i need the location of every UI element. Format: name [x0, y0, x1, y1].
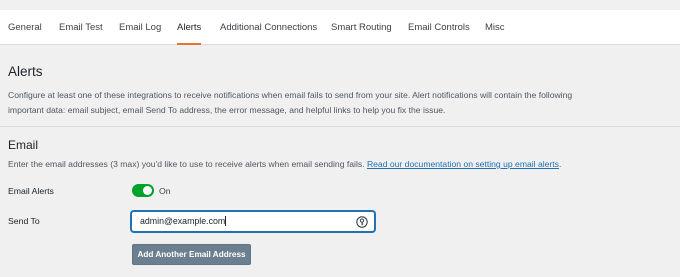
send-to-value-text: admin@example.com — [140, 216, 226, 226]
email-description: Enter the email addresses (3 max) you'd … — [8, 157, 561, 172]
toggle-knob — [143, 186, 152, 195]
tab-label: Misc — [485, 22, 505, 33]
tab-email-controls[interactable]: Email Controls — [408, 10, 470, 45]
send-to-label: Send To — [8, 216, 40, 226]
email-description-text: Enter the email addresses (3 max) you'd … — [8, 159, 367, 169]
email-section-title: Email — [8, 138, 39, 152]
active-tab-indicator — [177, 43, 202, 45]
email-description-suffix: . — [558, 159, 562, 169]
tab-smart-routing[interactable]: Smart Routing — [331, 10, 392, 45]
tab-label: Email Log — [119, 22, 162, 33]
tab-label: Additional Connections — [220, 22, 318, 33]
tab-misc[interactable]: Misc — [485, 10, 505, 45]
settings-page: General Email Test Email Log Alerts Addi… — [0, 0, 680, 277]
send-to-input[interactable]: admin@example.com — [131, 211, 375, 232]
add-email-address-button[interactable]: Add Another Email Address — [132, 244, 251, 265]
text-caret — [225, 216, 227, 226]
tab-label: Email Test — [59, 22, 103, 33]
alerts-description: Configure at least one of these integrat… — [8, 88, 572, 118]
send-to-value: admin@example.com — [140, 216, 227, 226]
section-divider — [0, 126, 680, 127]
tab-label: Email Controls — [408, 22, 470, 33]
tab-label: General — [8, 22, 42, 33]
tab-email-test[interactable]: Email Test — [59, 10, 103, 45]
toggle-state-label: On — [159, 186, 171, 196]
alerts-description-line2: important data: email subject, email Sen… — [8, 105, 446, 115]
tab-additional-connections[interactable]: Additional Connections — [220, 10, 317, 45]
tab-alerts[interactable]: Alerts — [177, 10, 202, 45]
email-alerts-label: Email Alerts — [8, 186, 54, 196]
tab-label: Alerts — [177, 22, 202, 33]
top-strip — [0, 0, 680, 10]
tab-general[interactable]: General — [8, 10, 42, 45]
alerts-description-line1: Configure at least one of these integrat… — [8, 90, 573, 100]
tab-email-log[interactable]: Email Log — [119, 10, 161, 45]
password-manager-icon[interactable] — [356, 216, 368, 228]
alerts-title: Alerts — [8, 64, 43, 79]
tab-label: Smart Routing — [331, 22, 392, 33]
email-alerts-toggle[interactable] — [132, 184, 154, 197]
tab-bar: General Email Test Email Log Alerts Addi… — [0, 10, 680, 45]
documentation-link[interactable]: Read our documentation on setting up ema… — [367, 159, 559, 169]
